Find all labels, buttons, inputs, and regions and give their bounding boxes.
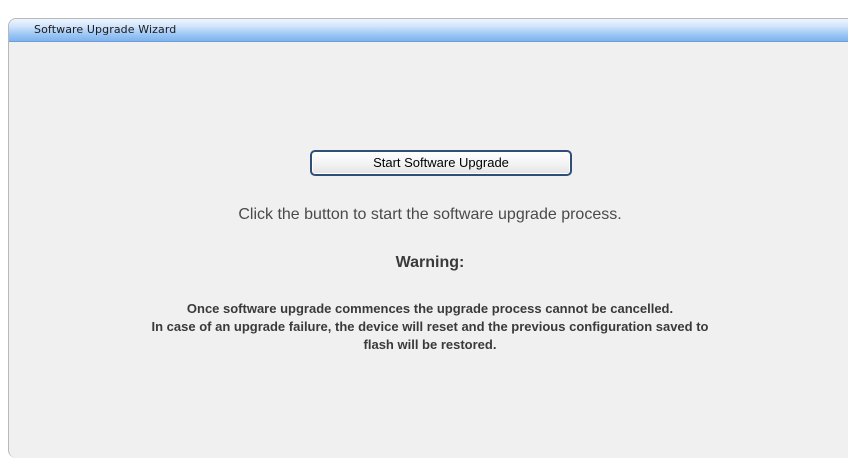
- wizard-content: Start Software Upgrade Click the button …: [9, 42, 848, 458]
- instruction-text: Click the button to start the software u…: [238, 206, 622, 223]
- wizard-title: Software Upgrade Wizard: [34, 23, 177, 36]
- software-upgrade-wizard-panel: Software Upgrade Wizard Start Software U…: [8, 18, 848, 458]
- wizard-title-bar: Software Upgrade Wizard: [9, 19, 848, 42]
- warning-line: flash will be restored.: [363, 337, 497, 352]
- warning-title: Warning:: [395, 254, 465, 271]
- warning-line: Once software upgrade commences the upgr…: [186, 301, 674, 316]
- warning-line: In case of an upgrade failure, the devic…: [151, 319, 709, 334]
- warning-message: Once software upgrade commences the upgr…: [9, 300, 848, 354]
- start-software-upgrade-button[interactable]: Start Software Upgrade: [310, 150, 572, 176]
